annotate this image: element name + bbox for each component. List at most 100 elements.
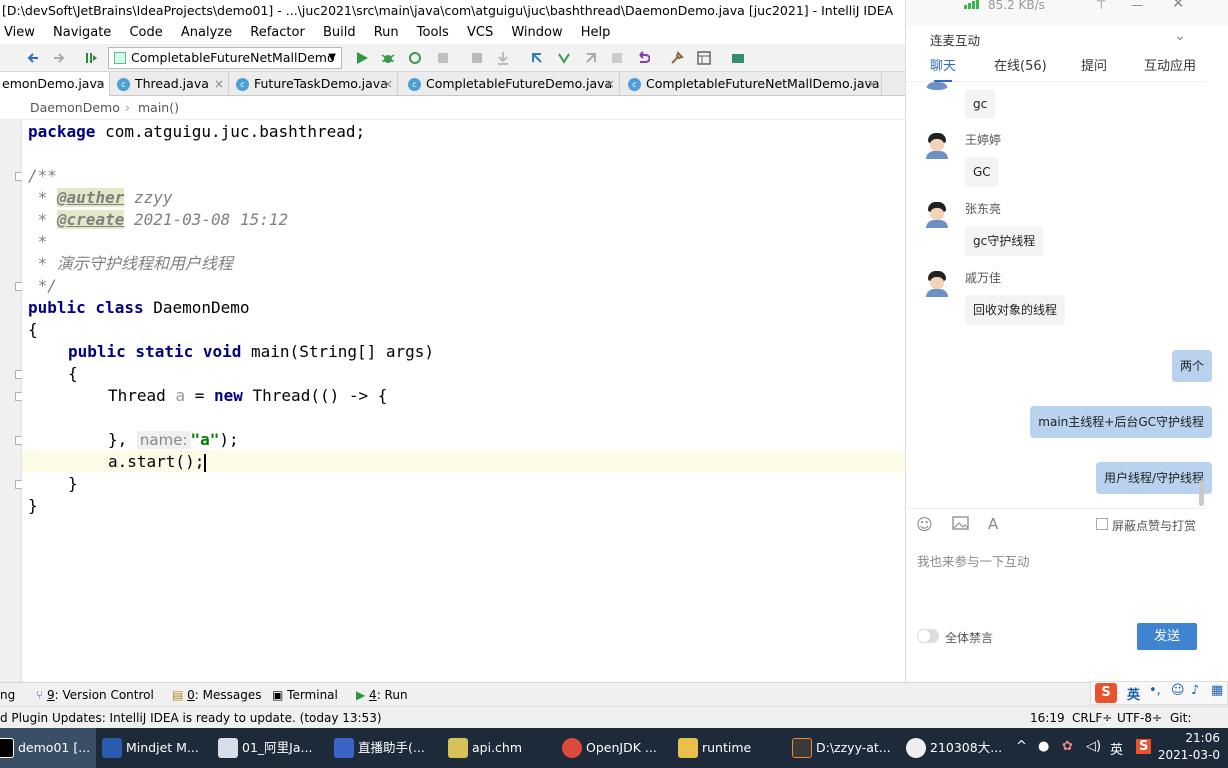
tool-window-version-control[interactable]: ⑂ 9: Version Control: [36, 683, 154, 707]
taskbar-notepad[interactable]: 01_阿里Ja...: [216, 728, 328, 768]
tool-window-terminal[interactable]: ▣ Terminal: [272, 683, 338, 707]
tool-window-run[interactable]: ▶ 4: Run: [356, 683, 408, 707]
debug-icon[interactable]: [381, 51, 395, 65]
taskbar-api-chm[interactable]: api.chm: [446, 728, 556, 768]
status-message[interactable]: d Plugin Updates: IntelliJ IDEA is ready…: [0, 707, 382, 729]
close-icon[interactable]: ✕: [1172, 0, 1185, 11]
menu-navigate[interactable]: Navigate: [53, 22, 111, 44]
breadcrumb-method[interactable]: main(): [138, 96, 179, 120]
tray-lang[interactable]: 英: [1110, 739, 1123, 758]
flower-icon[interactable]: ✿: [1062, 739, 1073, 754]
close-icon[interactable]: ×: [383, 72, 393, 96]
stop-icon[interactable]: [436, 51, 450, 65]
forward-icon[interactable]: [52, 51, 66, 65]
send-button[interactable]: 发送: [1137, 623, 1197, 650]
close-icon[interactable]: ×: [867, 72, 877, 96]
vcs-push-icon[interactable]: [584, 51, 598, 65]
close-icon[interactable]: ×: [95, 72, 105, 96]
project-structure-icon[interactable]: [697, 51, 711, 65]
sogou-icon[interactable]: S: [1095, 683, 1117, 703]
menu-vcs[interactable]: VCS: [467, 22, 493, 44]
file-encoding[interactable]: UTF-8÷: [1117, 707, 1162, 729]
block-likes-checkbox[interactable]: [1096, 518, 1108, 530]
sogou-tray-icon[interactable]: S: [1136, 739, 1152, 754]
minimize-icon[interactable]: —: [1131, 0, 1143, 11]
menu-help[interactable]: Help: [581, 22, 611, 44]
menu-tools[interactable]: Tools: [417, 22, 449, 44]
tool-window-messages[interactable]: ▤ 0: Messages: [172, 683, 262, 707]
tab-completablefuturenetmalldemo[interactable]: c CompletableFutureNetMallDemo.java ×: [622, 72, 882, 96]
menu-window[interactable]: Window: [511, 22, 562, 44]
tab-chat[interactable]: 聊天: [930, 55, 956, 82]
live-chat-panel: 85.2 KB/s ⊤ — ✕ 连麦互动 ⌄ 聊天 在线(56) 提问 互动应用…: [905, 0, 1228, 682]
keyboard-icon[interactable]: ▦: [1211, 683, 1223, 698]
emoji-icon[interactable]: ☺: [1171, 683, 1185, 698]
avatar: [926, 82, 948, 90]
mute-all-toggle[interactable]: [917, 629, 939, 643]
qq-icon[interactable]: ●: [1038, 739, 1049, 754]
taskbar-intellij[interactable]: demo01 [...: [0, 728, 96, 768]
chat-topbar: 85.2 KB/s ⊤ — ✕: [906, 0, 1228, 26]
settings-icon[interactable]: [670, 51, 684, 65]
close-icon[interactable]: ×: [605, 72, 615, 96]
tab-futuretaskdemo[interactable]: c FutureTaskDemo.java ×: [230, 72, 398, 96]
tool-window-logging[interactable]: ng: [0, 683, 15, 707]
tab-questions[interactable]: 提问: [1081, 55, 1107, 74]
section-title: 连麦互动: [930, 33, 981, 48]
avatar: [926, 133, 948, 159]
punct-icon[interactable]: •,: [1149, 683, 1161, 698]
tab-thread[interactable]: c Thread.java ×: [111, 72, 229, 96]
emoji-icon[interactable]: ☺: [916, 515, 933, 534]
menu-refactor[interactable]: Refactor: [250, 22, 305, 44]
chat-message: gc守护线程: [965, 226, 1044, 256]
pin-icon[interactable]: ⊤: [1096, 0, 1106, 11]
coverage-icon[interactable]: [408, 51, 422, 65]
menu-view[interactable]: View: [4, 22, 35, 44]
chevron-up-icon[interactable]: ^: [1016, 739, 1027, 754]
chm-icon: [448, 738, 468, 758]
taskbar-sublime[interactable]: D:\zzyy-at...: [790, 728, 900, 768]
code-editor[interactable]: package com.atguigu.juc.bashthread; /** …: [22, 120, 905, 682]
menu-build[interactable]: Build: [323, 22, 356, 44]
taskbar-runtime-folder[interactable]: runtime: [676, 728, 786, 768]
tab-completablefuturedemo[interactable]: c CompletableFutureDemo.java ×: [402, 72, 620, 96]
run-config-select[interactable]: CompletableFutureNetMallDemo ▼: [108, 47, 342, 69]
taskbar-live-assistant[interactable]: 直播助手(...: [332, 728, 442, 768]
menu-analyze[interactable]: Analyze: [181, 22, 232, 44]
caret-position[interactable]: 16:19: [1030, 707, 1065, 729]
scrollbar[interactable]: [1199, 480, 1204, 506]
taskbar-mindjet[interactable]: Mindjet M...: [100, 728, 212, 768]
run-icon[interactable]: [355, 51, 369, 65]
tab-apps[interactable]: 互动应用: [1144, 55, 1196, 74]
plugin-icon[interactable]: [731, 51, 745, 65]
menu-run[interactable]: Run: [374, 22, 399, 44]
clock[interactable]: 21:06 2021-03-0: [1158, 730, 1220, 764]
vcs-update-icon[interactable]: [530, 51, 544, 65]
build-icon[interactable]: [84, 51, 98, 65]
chevron-down-icon[interactable]: ⌄: [1174, 28, 1186, 44]
module-icon[interactable]: [470, 51, 484, 65]
tab-online[interactable]: 在线(56): [994, 55, 1047, 74]
history-icon[interactable]: [610, 51, 624, 65]
vcs-commit-icon[interactable]: [557, 51, 571, 65]
mic-icon[interactable]: ♪: [1191, 683, 1199, 698]
back-icon[interactable]: [26, 51, 40, 65]
font-icon[interactable]: A: [988, 515, 998, 533]
line-separator[interactable]: CRLF÷: [1072, 707, 1112, 729]
tab-daemondemo[interactable]: emonDemo.java ×: [0, 72, 110, 96]
close-icon[interactable]: ×: [214, 72, 224, 96]
breadcrumb-class[interactable]: DaemonDemo: [30, 96, 120, 120]
class-icon: c: [117, 78, 130, 91]
ime-lang[interactable]: 英: [1127, 684, 1140, 703]
avatar: [926, 202, 948, 228]
revert-icon[interactable]: [636, 51, 651, 65]
image-icon[interactable]: [952, 516, 969, 530]
menu-code[interactable]: Code: [129, 22, 162, 44]
taskbar-chrome[interactable]: OpenJDK ...: [560, 728, 672, 768]
chat-input[interactable]: 我也来参与一下互动: [917, 551, 1030, 570]
ime-toolbar[interactable]: S 英 •, ☺ ♪ ▦: [1090, 681, 1228, 705]
taskbar-live-class[interactable]: 210308大...: [904, 728, 1012, 768]
download-icon[interactable]: [496, 51, 510, 65]
volume-icon[interactable]: ◁): [1086, 739, 1101, 754]
code-line: {: [28, 320, 38, 339]
